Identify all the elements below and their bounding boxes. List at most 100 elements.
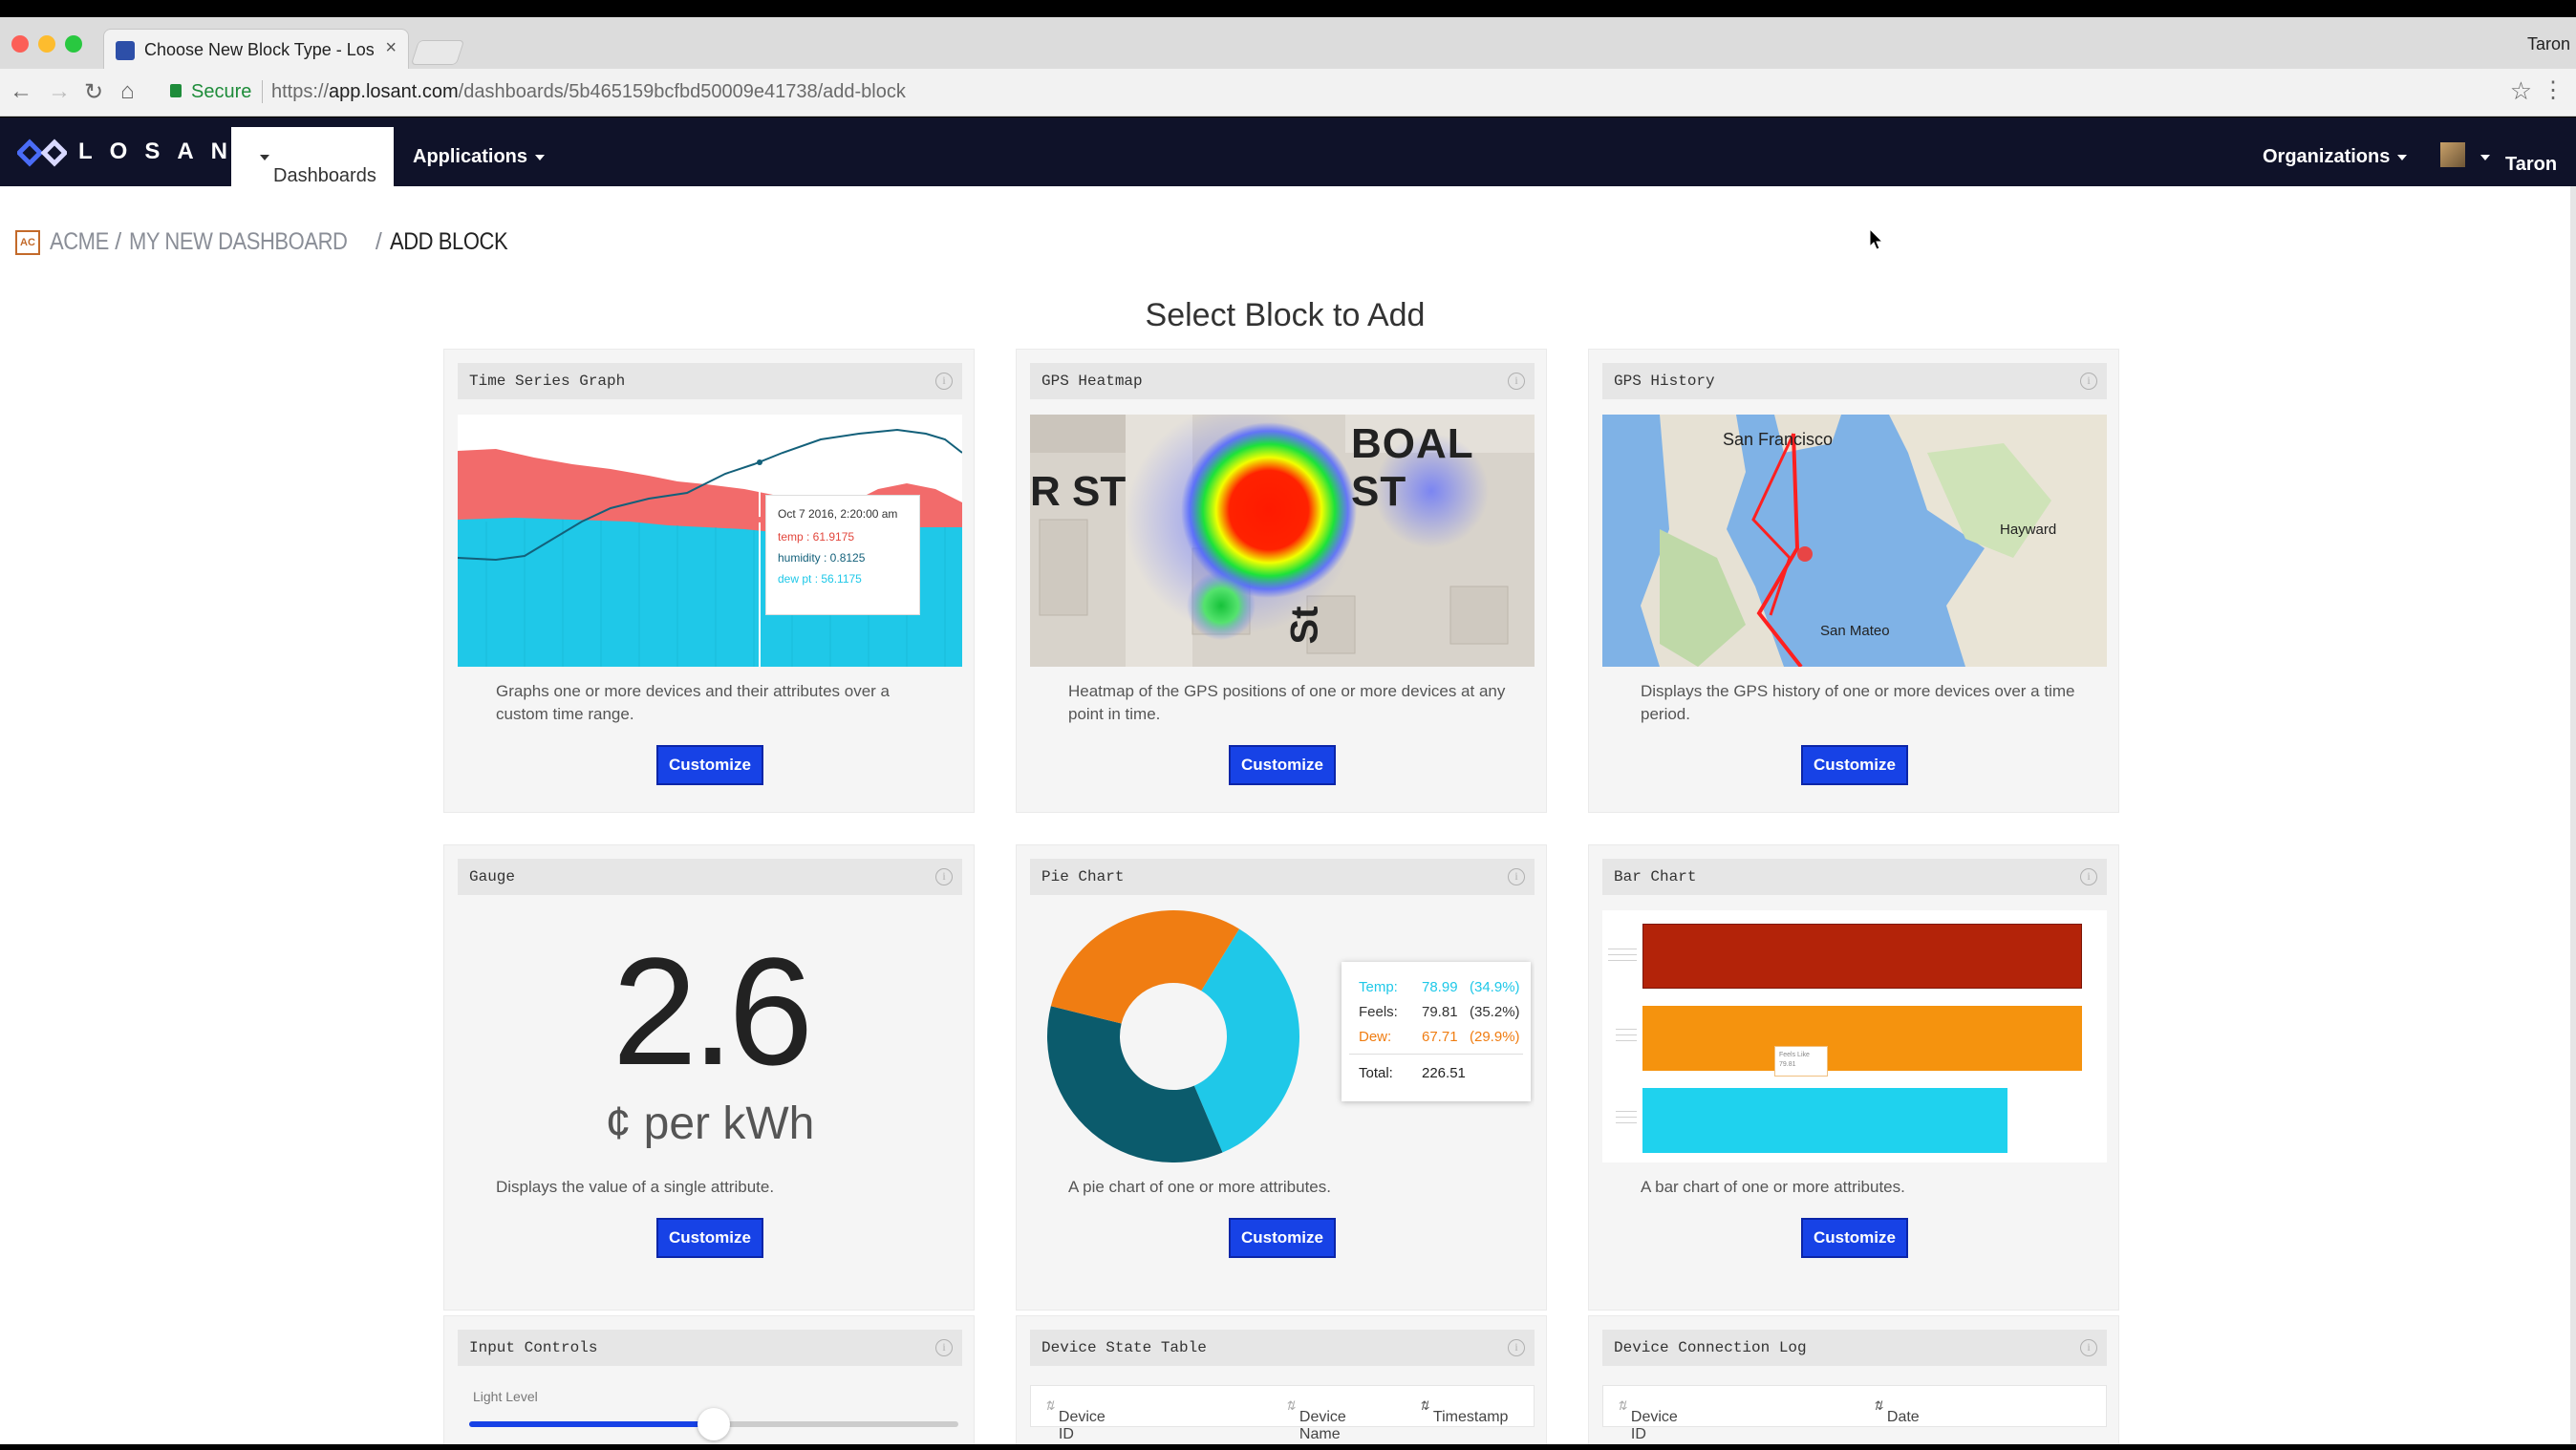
info-icon[interactable]: i <box>935 868 953 885</box>
mouse-cursor-icon <box>1869 228 1884 250</box>
breadcrumb-separator: / <box>375 228 382 255</box>
nav-dashboards-label: Dashboards <box>273 165 376 186</box>
customize-gps-heatmap-button[interactable]: Customize <box>1229 745 1336 785</box>
bar-y-tick-3 <box>1616 1111 1637 1128</box>
column-device-id[interactable]: ⇅ Device ID <box>1044 1397 1106 1442</box>
legend-row-feels: Feels: 79.81 (35.2%) <box>1359 1004 1520 1020</box>
app-top-nav: LOSANT Dashboards Applications Organizat… <box>0 117 2576 186</box>
bookmark-star-icon[interactable]: ☆ <box>2510 76 2532 106</box>
card-description: Displays the GPS history of one or more … <box>1641 682 2075 723</box>
legend-row-total: Total: 226.51 <box>1359 1065 1466 1081</box>
street-label-r: R ST <box>1030 468 1127 515</box>
card-title: GPS Heatmap <box>1041 373 1143 390</box>
gps-heatmap-preview: BOAL ST R ST St <box>1030 415 1535 667</box>
info-icon[interactable]: i <box>2080 373 2097 390</box>
new-tab-button[interactable] <box>410 40 465 65</box>
bar-dew-point <box>1642 1088 2007 1153</box>
info-icon[interactable]: i <box>935 373 953 390</box>
customize-bar-chart-button[interactable]: Customize <box>1801 1218 1908 1258</box>
block-card-time-series: Time Series Graph i Oct 7 2016, 2:20:00 … <box>443 349 975 813</box>
nav-organizations-dropdown[interactable]: Organizations <box>2263 146 2408 168</box>
close-tab-icon[interactable]: × <box>385 37 397 59</box>
slider-handle[interactable] <box>698 1408 730 1440</box>
card-description: A bar chart of one or more attributes. <box>1641 1178 1905 1196</box>
close-window-button[interactable] <box>11 35 29 53</box>
browser-tab-active[interactable]: Choose New Block Type - Losant × <box>103 29 409 69</box>
address-bar[interactable]: https://app.losant.com/dashboards/5b4651… <box>271 81 906 103</box>
user-avatar <box>2440 142 2465 167</box>
minimize-window-button[interactable] <box>38 35 55 53</box>
block-card-gauge: Gauge i 2.6 ¢ per kWh Displays the value… <box>443 844 975 1311</box>
light-level-slider[interactable] <box>469 1408 958 1440</box>
column-date[interactable]: ⇅ Date <box>1873 1397 1920 1425</box>
nav-organizations-label: Organizations <box>2263 146 2391 167</box>
bar-tooltip-label: Feels Like <box>1779 1052 1810 1058</box>
browser-menu-icon[interactable]: ⋮ <box>2542 76 2565 104</box>
bar-y-tick-2 <box>1616 1029 1637 1046</box>
table-header: ⇅ Device ID ⇅ Date <box>1602 1385 2107 1442</box>
page-title: Select Block to Add <box>1145 297 1426 333</box>
legend-divider <box>1349 1054 1523 1055</box>
browser-profile-name[interactable]: Taron <box>2527 34 2570 54</box>
pie-chart-preview: Temp: 78.99 (34.9%) Feels: 79.81 (35.2%) Dew… <box>1030 910 1535 1162</box>
info-icon[interactable]: i <box>1508 1339 1525 1356</box>
card-header: Device State Table i <box>1030 1330 1535 1366</box>
customize-gps-history-button[interactable]: Customize <box>1801 745 1908 785</box>
column-timestamp[interactable]: ⇅ Timestamp <box>1419 1397 1508 1425</box>
page-scrollbar[interactable] <box>2570 186 2576 1444</box>
reload-icon[interactable]: ↻ <box>84 78 103 106</box>
card-title: GPS History <box>1614 373 1715 390</box>
lock-icon <box>170 84 182 97</box>
card-description: Graphs one or more devices and their att… <box>496 682 890 723</box>
maximize-window-button[interactable] <box>65 35 82 53</box>
info-icon[interactable]: i <box>2080 1339 2097 1356</box>
info-icon[interactable]: i <box>1508 868 1525 885</box>
customize-time-series-button[interactable]: Customize <box>656 745 763 785</box>
breadcrumb-separator: / <box>115 228 122 255</box>
customize-pie-chart-button[interactable]: Customize <box>1229 1218 1336 1258</box>
info-icon[interactable]: i <box>1508 373 1525 390</box>
tab-title: Choose New Block Type - Losant <box>144 40 374 59</box>
card-title: Bar Chart <box>1614 868 1697 885</box>
gauge-preview: 2.6 ¢ per kWh <box>458 910 962 1162</box>
column-device-name[interactable]: ⇅ Device Name <box>1285 1397 1346 1442</box>
card-description: Heatmap of the GPS positions of one or m… <box>1068 682 1506 723</box>
nav-applications-dropdown[interactable]: Applications <box>413 146 546 168</box>
card-header: Gauge i <box>458 859 962 895</box>
url-scheme: https:// <box>271 81 330 102</box>
caret-down-icon <box>2397 154 2408 160</box>
back-arrow-icon[interactable]: ← <box>10 78 32 105</box>
breadcrumb-item-dashboard[interactable]: MY NEW DASHBOARD <box>129 228 348 256</box>
info-icon[interactable]: i <box>2080 868 2097 885</box>
pie-slice-2 <box>1050 910 1239 1024</box>
card-title: Device State Table <box>1041 1339 1207 1356</box>
block-card-device-state-table: Device State Table i ⇅ Device ID ⇅ Device … <box>1016 1315 1547 1444</box>
card-header: Device Connection Log i <box>1602 1330 2107 1366</box>
block-card-gps-history: GPS History i San Francisco Hayward San … <box>1588 349 2119 813</box>
tooltip-date: Oct 7 2016, 2:20:00 am <box>778 507 898 521</box>
city-label-sf: San Francisco <box>1723 430 1834 449</box>
secure-label: Secure <box>191 81 252 102</box>
customize-gauge-button[interactable]: Customize <box>656 1218 763 1258</box>
losant-logo-icon[interactable] <box>17 139 67 167</box>
card-header: GPS Heatmap i <box>1030 363 1535 399</box>
forward-arrow-icon[interactable]: → <box>48 78 71 105</box>
card-header: Time Series Graph i <box>458 363 962 399</box>
bar-temperature <box>1642 924 2082 989</box>
gauge-value: 2.6 <box>612 926 813 1097</box>
card-header: Bar Chart i <box>1602 859 2107 895</box>
info-icon[interactable]: i <box>935 1339 953 1356</box>
breadcrumb-item-acme[interactable]: ACME <box>50 228 109 256</box>
bar-tooltip-value: 79.81 <box>1779 1061 1796 1068</box>
column-device-id[interactable]: ⇅ Device ID <box>1617 1397 1678 1442</box>
pie-slice-1 <box>1047 1006 1223 1162</box>
street-label-boal: BOAL ST <box>1351 420 1473 515</box>
home-icon[interactable]: ⌂ <box>120 78 135 105</box>
org-badge-icon: AC <box>15 229 40 255</box>
slider-label: Light Level <box>473 1389 538 1404</box>
legend-row-dew: Dew: 67.71 (29.9%) <box>1359 1029 1520 1045</box>
caret-down-icon <box>2480 154 2490 160</box>
nav-dashboards-dropdown[interactable]: Dashboards <box>231 127 394 186</box>
bar-chart-preview: Feels Like 79.81 <box>1602 910 2107 1162</box>
block-card-pie-chart: Pie Chart i Temp: 78.99 (34.9%) Feels: 79.8… <box>1016 844 1547 1311</box>
